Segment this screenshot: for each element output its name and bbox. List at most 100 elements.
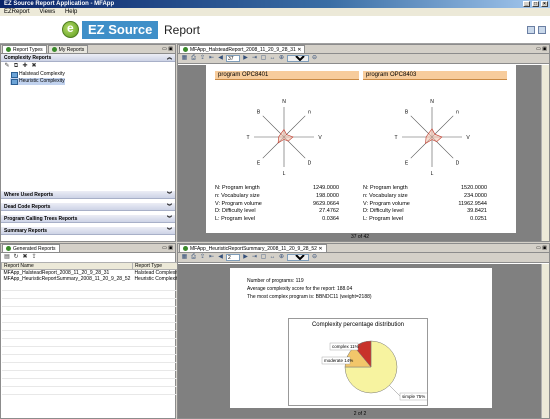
chevron-down-icon: ︾ xyxy=(166,228,172,234)
radar-label: V xyxy=(466,135,470,141)
zoom-out-icon[interactable]: ⊖ xyxy=(311,55,318,62)
report-types-icon xyxy=(6,47,11,52)
delete-icon[interactable]: ✖ xyxy=(22,254,28,261)
generated-reports-panel: Generated Reports ▭ ▣ ▤ ↻ ✖ ⇪ Report Nam… xyxy=(0,243,183,419)
tree-item-heuristic[interactable]: Heuristic Complexity xyxy=(10,78,65,85)
next-page-icon[interactable]: ▶ xyxy=(242,254,249,261)
close-button[interactable]: × xyxy=(541,1,548,7)
vertical-scrollbar[interactable] xyxy=(541,264,549,418)
export-icon[interactable]: ⇪ xyxy=(199,55,206,62)
zoom-select[interactable]: 100% xyxy=(287,254,309,261)
radar-label: V xyxy=(318,135,322,141)
radar-label: n xyxy=(308,110,311,116)
print-icon[interactable]: ⎙ xyxy=(190,55,197,62)
ez-logo-icon xyxy=(62,21,79,38)
tab-halstead-report[interactable]: MFApp_HalsteadReport_2008_11_20_9_28_31 … xyxy=(179,45,306,53)
my-reports-icon xyxy=(51,47,57,52)
zoom-in-icon[interactable]: ⊕ xyxy=(278,254,285,261)
zoom-in-icon[interactable]: ⊕ xyxy=(278,55,285,62)
radar-shape xyxy=(277,128,294,144)
section-dead-code[interactable]: Dead Code Reports ︾ xyxy=(1,203,175,211)
chevron-down-icon: ︾ xyxy=(166,204,172,210)
prev-page-icon[interactable]: ◀ xyxy=(217,254,224,261)
col-report-name[interactable]: Report Name xyxy=(1,262,133,270)
menu-ezreport[interactable]: EZReport xyxy=(4,9,30,15)
radar-label: D xyxy=(456,160,460,166)
last-page-icon[interactable]: ⇥ xyxy=(251,254,258,261)
section-program-calling-trees[interactable]: Program Calling Trees Reports ︾ xyxy=(1,215,175,223)
toc-icon[interactable]: ▦ xyxy=(181,254,188,261)
pie-label: simple 75% xyxy=(402,394,425,399)
table-row[interactable]: MFApp_HeuristicReportSummary_2008_11_20_… xyxy=(2,276,183,282)
menu-views[interactable]: Views xyxy=(39,9,55,15)
tab-my-reports[interactable]: My Reports xyxy=(47,45,89,53)
open-perspective-icon[interactable] xyxy=(527,26,535,34)
app-banner: EZ Source Report xyxy=(0,16,550,44)
refresh-icon[interactable]: ↻ xyxy=(13,254,19,261)
section-where-used[interactable]: Where Used Reports ︾ xyxy=(1,191,175,199)
fit-width-icon[interactable]: ↔ xyxy=(269,55,276,62)
pie-label: complex 11% xyxy=(332,344,359,349)
run-report-icon[interactable]: ✎ xyxy=(4,63,10,70)
fit-width-icon[interactable]: ↔ xyxy=(269,254,276,261)
first-page-icon[interactable]: ⇤ xyxy=(208,55,215,62)
delete-icon[interactable]: ✖ xyxy=(31,63,37,70)
window-title-bar: EZ Source Report Application - MFApp _ □… xyxy=(0,0,550,8)
col-report-type[interactable]: Report Type xyxy=(131,262,183,270)
chevron-down-icon: ︾ xyxy=(166,192,172,198)
tree-item-halstead[interactable]: Halstead Complexity xyxy=(10,71,175,78)
radar-label: N xyxy=(282,99,286,105)
generated-reports-icon xyxy=(6,246,11,251)
radar-label: D xyxy=(308,160,312,166)
tab-report-types[interactable]: Report Types xyxy=(2,45,47,53)
program-header-2: program OPC8403 xyxy=(363,71,507,80)
copy-icon[interactable]: ⧉ xyxy=(13,63,19,70)
maximize-button[interactable]: □ xyxy=(532,1,539,7)
toc-icon[interactable]: ▦ xyxy=(181,55,188,62)
radar-axis xyxy=(283,115,306,138)
page-number-input[interactable] xyxy=(226,55,240,62)
page-info: 2 of 2 xyxy=(353,411,367,417)
report-perspective-icon[interactable] xyxy=(538,26,546,34)
banner-title: Report xyxy=(164,23,201,37)
export-icon[interactable]: ⇪ xyxy=(31,254,37,261)
fit-page-icon[interactable]: ▢ xyxy=(260,55,267,62)
menu-help[interactable]: Help xyxy=(65,9,77,15)
summary-line: The most complex program is: BBNDC11 (we… xyxy=(247,294,372,300)
minimize-button[interactable]: _ xyxy=(523,1,530,7)
heuristic-report-viewer: MFApp_HeuristicReportSummary_2008_11_20_… xyxy=(177,243,550,419)
panel-minmax-icon[interactable]: ▭ ▣ xyxy=(536,46,547,52)
zoom-out-icon[interactable]: ⊖ xyxy=(311,254,318,261)
page-number-input[interactable] xyxy=(226,254,240,261)
section-complexity-reports[interactable]: Complexity Reports ︽ xyxy=(1,54,175,62)
open-report-icon[interactable]: ▤ xyxy=(4,254,10,261)
panel-minmax-icon[interactable]: ▭ ▣ xyxy=(536,245,547,251)
program-header-1: program OPC8401 xyxy=(215,71,359,80)
tab-generated-reports[interactable]: Generated Reports xyxy=(2,244,60,252)
panel-minmax-icon[interactable]: ▭ ▣ xyxy=(162,46,173,52)
report-types-panel: Report Types My Reports ▭ ▣ Complexity R… xyxy=(0,44,176,242)
radar-label: N xyxy=(430,99,434,105)
first-page-icon[interactable]: ⇤ xyxy=(208,254,215,261)
section-summary-reports[interactable]: Summary Reports ︾ xyxy=(1,227,175,235)
next-page-icon[interactable]: ▶ xyxy=(242,55,249,62)
export-icon[interactable]: ⇪ xyxy=(199,254,206,261)
metrics-1: N: Program length 1249.0000 n: Vocabulary… xyxy=(215,185,339,223)
panel-minmax-icon[interactable]: ▭ ▣ xyxy=(162,245,173,251)
window-title: EZ Source Report Application - MFApp xyxy=(4,1,115,7)
zoom-select[interactable]: 125% xyxy=(287,55,309,62)
vertical-scrollbar[interactable] xyxy=(541,65,549,241)
add-icon[interactable]: ✚ xyxy=(22,63,28,70)
radar-label: T xyxy=(394,135,397,141)
radar-shape xyxy=(425,128,443,145)
print-icon[interactable]: ⎙ xyxy=(190,254,197,261)
menu-bar: EZReport Views Help xyxy=(0,8,550,16)
tab-heuristic-report[interactable]: MFApp_HeuristicReportSummary_2008_11_20_… xyxy=(179,244,327,252)
prev-page-icon[interactable]: ◀ xyxy=(217,55,224,62)
radar-label: L xyxy=(283,171,286,177)
last-page-icon[interactable]: ⇥ xyxy=(251,55,258,62)
page-info: 37 of 42 xyxy=(178,233,542,241)
radar-label: T xyxy=(246,135,249,141)
fit-page-icon[interactable]: ▢ xyxy=(260,254,267,261)
radar-label: B xyxy=(257,110,261,116)
